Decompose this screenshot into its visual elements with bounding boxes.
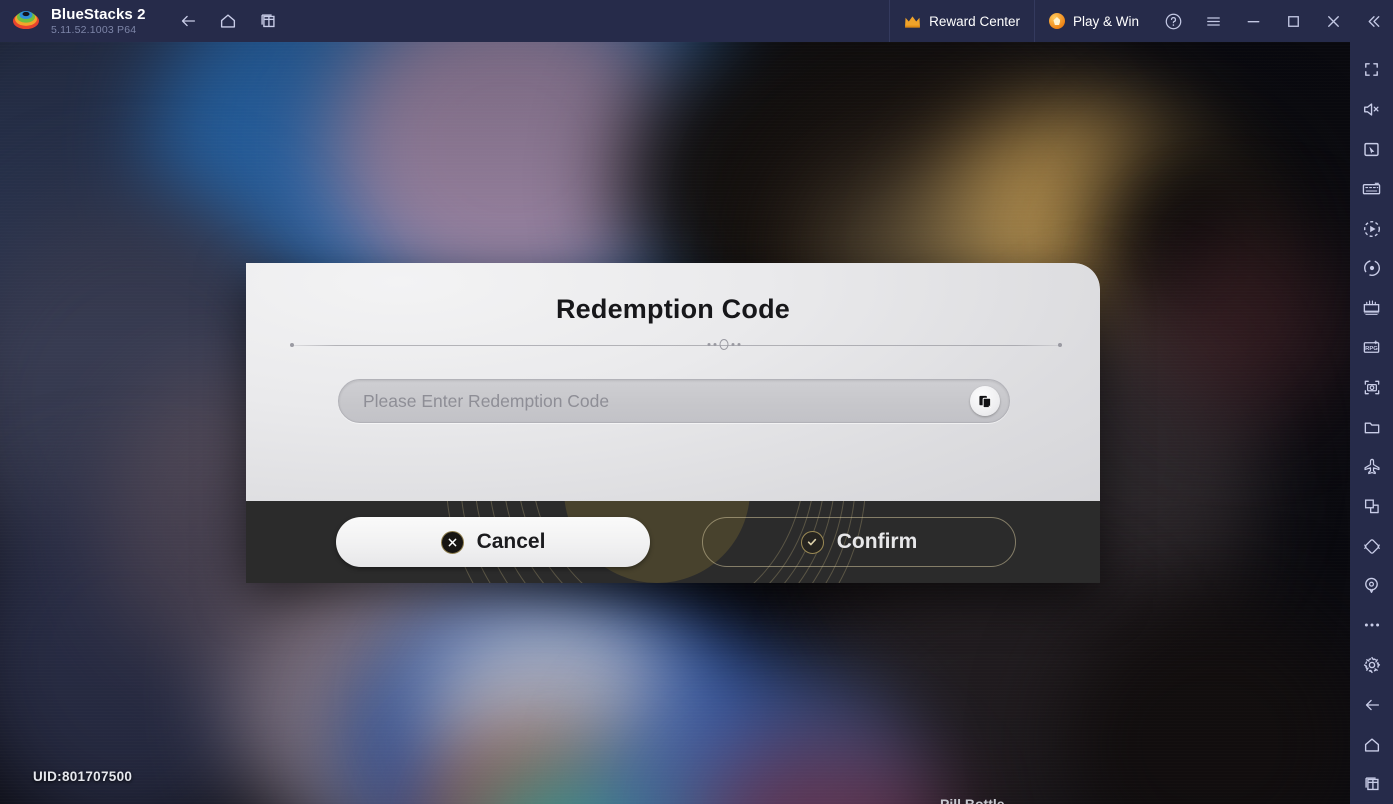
redemption-code-dialog: Redemption Code Please Enter Redemption …: [246, 263, 1100, 583]
dialog-body: Redemption Code: [246, 263, 1100, 501]
title-bar: BlueStacks 2 5.11.52.1003 P64 Reward Cen…: [0, 0, 1393, 42]
sidebar-settings[interactable]: [1350, 645, 1393, 685]
help-button[interactable]: [1153, 0, 1193, 42]
svg-text:RPG: RPG: [1365, 346, 1378, 352]
flame-badge-icon: [1048, 13, 1065, 29]
confirm-button[interactable]: Confirm: [702, 517, 1016, 567]
back-button[interactable]: [172, 6, 204, 36]
dialog-title: Redemption Code: [555, 294, 790, 324]
cancel-button-label: Cancel: [476, 530, 546, 553]
sidebar-multiinstance-manager[interactable]: [1350, 288, 1393, 328]
nav-button-group: [172, 6, 284, 36]
reward-center-button[interactable]: Reward Center: [889, 0, 1034, 42]
sidebar-home[interactable]: [1350, 725, 1393, 765]
circle-check-icon: [800, 530, 824, 554]
app-version: 5.11.52.1003 P64: [51, 23, 137, 36]
bottom-label: Pill Bottle: [940, 796, 1005, 804]
ornament-divider-icon: [290, 339, 1062, 351]
uid-label: UID:801707500: [33, 769, 133, 784]
redemption-code-field[interactable]: [338, 379, 1010, 423]
window-controls: [1153, 0, 1393, 42]
bluestacks-logo-icon: [12, 7, 40, 35]
app-name: BlueStacks 2: [51, 5, 146, 23]
menu-button[interactable]: [1193, 0, 1233, 42]
sidebar-cursor[interactable]: [1350, 129, 1393, 169]
sidebar-location[interactable]: [1350, 566, 1393, 606]
sidebar-more[interactable]: [1350, 606, 1393, 646]
sidebar-keymapping[interactable]: [1350, 169, 1393, 209]
sidebar-macro[interactable]: [1350, 209, 1393, 249]
cancel-button[interactable]: Cancel: [336, 517, 650, 567]
sidebar-eco-mode[interactable]: [1350, 447, 1393, 487]
play-and-win-label: Play & Win: [1072, 13, 1139, 29]
bluestacks-window: UID:801707500 Pill Bottle Redemption Cod…: [0, 0, 1393, 804]
confirm-button-label: Confirm: [836, 530, 918, 553]
home-button[interactable]: [212, 6, 244, 36]
maximize-button[interactable]: [1273, 0, 1313, 42]
sidebar-fullscreen[interactable]: [1350, 50, 1393, 90]
sidebar-media-manager[interactable]: [1350, 407, 1393, 447]
sidebar-rotate[interactable]: [1350, 487, 1393, 527]
play-and-win-button[interactable]: Play & Win: [1033, 0, 1153, 42]
sidebar-screenshot[interactable]: [1350, 368, 1393, 408]
sidebar-script[interactable]: [1350, 248, 1393, 288]
right-sidebar: RPG: [1350, 42, 1393, 804]
reward-center-label: Reward Center: [929, 13, 1020, 29]
paste-icon[interactable]: [970, 386, 1000, 416]
multi-instance-button[interactable]: [252, 6, 284, 36]
collapse-sidebar-button[interactable]: [1353, 0, 1393, 42]
circle-x-icon: [440, 530, 464, 554]
crown-icon: [904, 15, 921, 28]
minimize-button[interactable]: [1233, 0, 1273, 42]
sidebar-rpg-mode[interactable]: RPG: [1350, 328, 1393, 368]
app-title-block: BlueStacks 2 5.11.52.1003 P64: [51, 7, 146, 36]
close-button[interactable]: [1313, 0, 1353, 42]
sidebar-back[interactable]: [1350, 685, 1393, 725]
search-input[interactable]: [339, 380, 970, 422]
dialog-footer: Cancel Confirm: [246, 501, 1100, 583]
sidebar-recents[interactable]: [1350, 764, 1393, 804]
sidebar-shake[interactable]: [1350, 526, 1393, 566]
sidebar-mute[interactable]: [1350, 90, 1393, 130]
